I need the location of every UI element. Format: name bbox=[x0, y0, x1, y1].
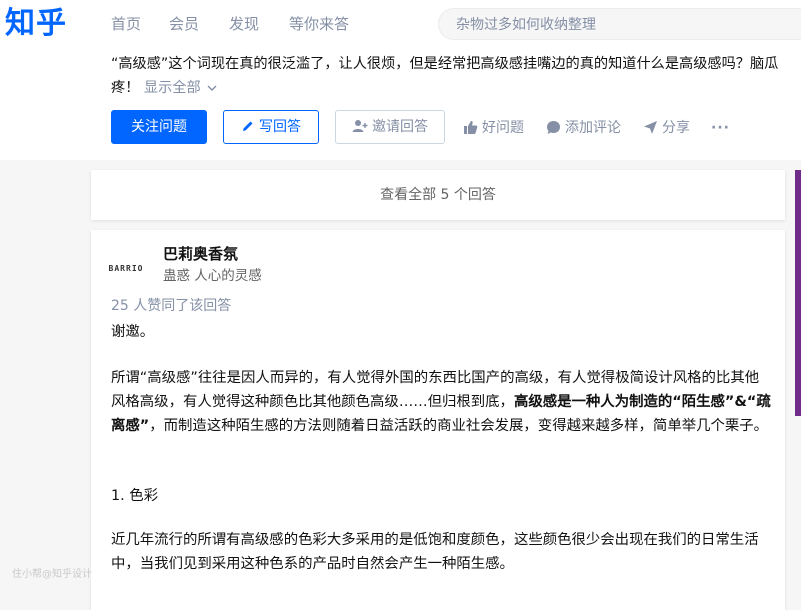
view-all-answers-card[interactable]: 查看全部 5 个回答 bbox=[91, 170, 785, 220]
answer-section-heading: 1. 色彩 bbox=[111, 488, 159, 504]
thumbs-up-icon bbox=[464, 121, 478, 134]
answer-paragraph: 谢邀。 bbox=[111, 324, 155, 340]
chevron-down-icon bbox=[207, 85, 217, 91]
comment-icon bbox=[547, 121, 560, 134]
question-detail: “高级感”这个词现在真的很泛滥了，让人很烦，但是经常把高级感挂嘴边的真的知道什么… bbox=[111, 52, 781, 100]
answer-paragraph: 所谓“高级感”往往是因人而异的，有人觉得外国的东西比国产的高级，有人觉得极简设计… bbox=[111, 366, 771, 438]
paper-plane-icon bbox=[644, 121, 657, 134]
share-label: 分享 bbox=[662, 120, 690, 136]
zhihu-logo[interactable]: 知乎 bbox=[5, 4, 67, 44]
sidebar-ad-edge[interactable] bbox=[795, 170, 801, 416]
watermark: 住小帮@知乎设计 bbox=[12, 569, 92, 580]
search-placeholder: 杂物过多如何收纳整理 bbox=[456, 17, 596, 33]
write-answer-button[interactable]: 写回答 bbox=[223, 110, 319, 144]
follow-question-button[interactable]: 关注问题 bbox=[111, 110, 207, 144]
vote-count: 25 人赞同了该回答 bbox=[111, 298, 232, 314]
avatar-logo-text: BARRIO bbox=[108, 264, 144, 273]
follow-question-label: 关注问题 bbox=[131, 119, 187, 135]
nav-home[interactable]: 首页 bbox=[111, 14, 141, 34]
invite-answer-button[interactable]: 邀请回答 bbox=[335, 110, 445, 144]
good-question-button[interactable]: 好问题 bbox=[463, 119, 524, 137]
author-name[interactable]: 巴莉奥香氛 bbox=[163, 244, 238, 264]
answer-text: ，而制造这种陌生感的方法则随着日益活跃的商业社会发展，变得越来越多样，简单举几个… bbox=[149, 418, 769, 434]
nav-waiting-answers[interactable]: 等你来答 bbox=[289, 14, 349, 34]
invite-answer-label: 邀请回答 bbox=[372, 119, 428, 135]
add-user-icon bbox=[352, 120, 368, 132]
show-all-link[interactable]: 显示全部 bbox=[144, 80, 219, 96]
write-answer-label: 写回答 bbox=[259, 119, 301, 135]
nav-discover[interactable]: 发现 bbox=[229, 14, 259, 34]
author-bio: 蛊惑 人心的灵感 bbox=[163, 268, 262, 284]
top-bar: 知乎 首页 会员 发现 等你来答 杂物过多如何收纳整理 bbox=[0, 0, 801, 50]
search-input[interactable]: 杂物过多如何收纳整理 bbox=[438, 8, 801, 40]
more-options-button[interactable]: ··· bbox=[711, 119, 730, 137]
good-question-label: 好问题 bbox=[482, 120, 524, 136]
answer-card: BARRIO 巴莉奥香氛 蛊惑 人心的灵感 25 人赞同了该回答 谢邀。 所谓“… bbox=[91, 230, 785, 610]
answer-paragraph: 近几年流行的所谓有高级感的色彩大多采用的是低饱和度颜色，这些颜色很少会出现在我们… bbox=[111, 532, 759, 572]
show-all-label: 显示全部 bbox=[143, 80, 201, 96]
nav-vip[interactable]: 会员 bbox=[169, 14, 199, 34]
pencil-icon bbox=[243, 121, 253, 131]
share-button[interactable]: 分享 bbox=[643, 119, 690, 137]
avatar[interactable]: BARRIO bbox=[107, 252, 145, 290]
add-comment-label: 添加评论 bbox=[565, 120, 621, 136]
view-all-answers-link[interactable]: 查看全部 5 个回答 bbox=[91, 170, 785, 220]
add-comment-button[interactable]: 添加评论 bbox=[546, 119, 621, 137]
question-header: “高级感”这个词现在真的很泛滥了，让人很烦，但是经常把高级感挂嘴边的真的知道什么… bbox=[0, 50, 801, 160]
